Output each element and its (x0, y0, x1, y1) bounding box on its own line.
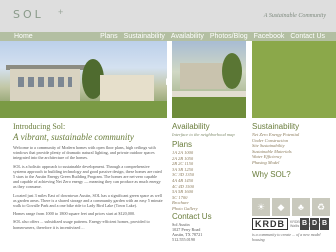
intro-paragraph: SOL also offers ... subsidized usage pat… (13, 219, 150, 230)
intro-paragraph: Located just 3 miles East of downtown Au… (13, 192, 163, 209)
water-drop-icon[interactable]: ◆ (272, 198, 290, 216)
site-logo[interactable]: SOL (13, 8, 44, 21)
intro-subtitle: A vibrant, sustainable community (13, 132, 134, 142)
bdb-logo[interactable]: B D B (300, 218, 329, 230)
thumb-building (180, 63, 226, 89)
site-header: SOL + A Sustainable Community (0, 0, 336, 32)
bdb-letter: B (300, 218, 309, 230)
intro-section: Introducing Sol: A vibrant, sustainable … (13, 122, 163, 233)
thumb-tree (222, 53, 242, 89)
availability-note[interactable]: Interface to the neighborhood map (172, 132, 246, 138)
hero-windows (18, 77, 72, 87)
nav-plans-link[interactable]: Plans (100, 32, 118, 41)
hero-lawn (0, 101, 167, 118)
bdb-letter: D (310, 218, 319, 230)
sustainability-link[interactable]: Phasing Model (252, 160, 332, 166)
bdb-letter: B (320, 218, 329, 230)
intro-title: Introducing Sol: (13, 122, 66, 131)
recycle-icon[interactable]: ♻ (312, 198, 330, 216)
contact-line: 512.555.0190 (172, 237, 196, 243)
intro-paragraph: Welcome to a community of Modern homes w… (13, 145, 156, 161)
main-nav: Home Plans Sustainability Availability P… (0, 32, 336, 41)
intro-paragraph: SOL is a holistic approach to sustainabl… (13, 163, 162, 190)
nav-facebook-link[interactable]: Facebook (254, 32, 285, 41)
nav-contact-link[interactable]: Contact Us (290, 32, 325, 41)
plus-icon: + (58, 7, 64, 17)
footer-tagline: is a community to create ... of a new mo… (252, 232, 321, 242)
nav-availability-link[interactable]: Availability (171, 32, 204, 41)
middle-column: Availability Interface to the neighborho… (172, 122, 246, 242)
feature-icons: ☀ ◆ ♣ ♻ (252, 198, 330, 216)
contact-title[interactable]: Contact Us (172, 212, 246, 222)
intro-paragraph: Homes range from 1000 to 1800 square fee… (13, 211, 136, 217)
hero-building-2 (100, 75, 154, 101)
hero-photo (0, 41, 167, 118)
right-column: Sustainability Net Zero Energy Potential… (252, 122, 332, 180)
sun-icon[interactable]: ☀ (252, 198, 270, 216)
availability-photo[interactable] (172, 41, 246, 118)
nav-photos-blog-link[interactable]: Photos/Blog (210, 32, 248, 41)
nav-links: Plans Sustainability Availability Photos… (100, 32, 325, 41)
sustainability-title[interactable]: Sustainability (252, 122, 332, 132)
nav-sustainability-link[interactable]: Sustainability (124, 32, 165, 41)
krdb-logo[interactable]: KRDB (252, 218, 288, 230)
why-sol-title[interactable]: Why SOL? (252, 170, 332, 180)
thumb-grass (172, 97, 246, 118)
leaf-icon[interactable]: ♣ (292, 198, 310, 216)
plans-title[interactable]: Plans (172, 140, 246, 150)
site-tagline: A Sustainable Community (263, 13, 326, 19)
nav-home-link[interactable]: Home (14, 32, 33, 41)
availability-title[interactable]: Availability (172, 122, 246, 132)
sustainability-feature-block[interactable] (252, 41, 336, 118)
